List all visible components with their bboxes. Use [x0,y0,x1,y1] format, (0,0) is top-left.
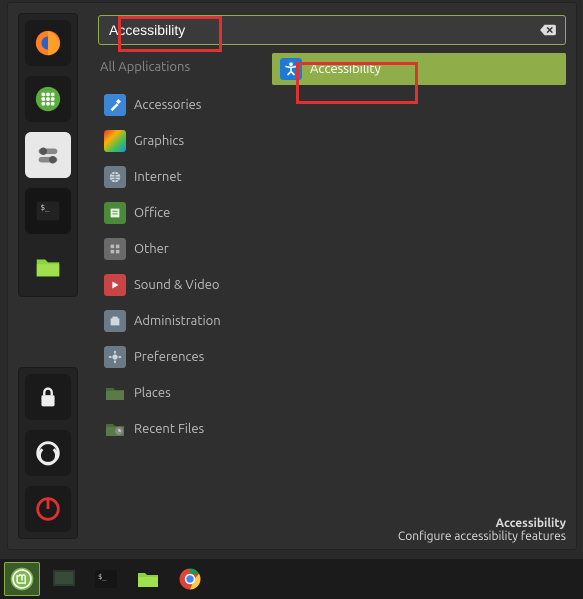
internet-icon [104,166,126,188]
category-places[interactable]: Places [98,375,268,411]
content-row: All Applications Accessories Graphics [98,53,566,541]
search-row [98,15,566,45]
terminal-icon: $_ [33,196,63,226]
category-list: All Applications Accessories Graphics [98,53,268,541]
category-graphics[interactable]: Graphics [98,123,268,159]
category-all-applications[interactable]: All Applications [98,53,268,81]
logout-icon [33,438,63,468]
recent-files-icon [104,418,126,440]
favorite-files[interactable] [25,244,71,290]
category-label: Other [134,242,169,256]
search-input[interactable] [107,18,539,42]
category-recent-files[interactable]: Recent Files [98,411,268,447]
category-label: Preferences [134,350,204,364]
favorites-rail: $_ [8,3,88,549]
apps-grid-icon [33,84,63,114]
category-label: All Applications [100,60,190,74]
clear-search-button[interactable] [539,22,557,38]
svg-text:$_: $_ [98,573,107,581]
lock-icon [33,382,63,412]
category-administration[interactable]: Administration [98,303,268,339]
toggles-icon [33,140,63,170]
mint-menu-panel: $_ [7,2,577,550]
svg-text:$_: $_ [41,203,51,212]
taskbar-mint-menu[interactable] [4,562,40,596]
chrome-icon [178,567,202,591]
taskbar-show-desktop[interactable] [46,562,82,596]
category-other[interactable]: Other [98,231,268,267]
other-icon [104,238,126,260]
category-label: Office [134,206,170,220]
firefox-icon [33,28,63,58]
category-label: Internet [134,170,182,184]
category-label: Accessories [134,98,201,112]
lock-button[interactable] [25,374,71,420]
folder-icon [136,569,160,589]
favorite-firefox[interactable] [25,20,71,66]
places-icon [104,382,126,404]
taskbar-files[interactable] [130,562,166,596]
category-office[interactable]: Office [98,195,268,231]
power-icon [33,494,63,524]
result-label: Accessibility [310,62,381,76]
app-tooltip: Accessibility Configure accessibility fe… [398,517,566,543]
folder-icon [33,252,63,282]
power-button[interactable] [25,486,71,532]
category-accessories[interactable]: Accessories [98,87,268,123]
accessibility-icon [280,58,302,80]
mint-logo-icon [9,566,35,592]
office-icon [104,202,126,224]
category-label: Graphics [134,134,184,148]
taskbar: $_ [0,559,583,599]
tooltip-title: Accessibility [398,517,566,530]
category-internet[interactable]: Internet [98,159,268,195]
category-sound-video[interactable]: Sound & Video [98,267,268,303]
favorite-terminal[interactable]: $_ [25,188,71,234]
desktop-icon [52,568,76,590]
administration-icon [104,310,126,332]
favorite-apps-grid[interactable] [25,76,71,122]
category-label: Places [134,386,171,400]
tooltip-description: Configure accessibility features [398,530,566,543]
menu-main-column: All Applications Accessories Graphics [88,3,576,549]
category-preferences[interactable]: Preferences [98,339,268,375]
favorite-settings-tweaks[interactable] [25,132,71,178]
category-label: Administration [134,314,221,328]
result-accessibility[interactable]: Accessibility [272,53,566,85]
category-label: Recent Files [134,422,204,436]
graphics-icon [104,130,126,152]
results-list: Accessibility [272,53,566,541]
system-buttons-container [18,367,78,539]
taskbar-chrome[interactable] [172,562,208,596]
terminal-icon: $_ [94,568,118,590]
accessories-icon [104,94,126,116]
favorites-container: $_ [18,13,78,297]
backspace-icon [539,23,557,37]
logout-button[interactable] [25,430,71,476]
preferences-icon [104,346,126,368]
taskbar-terminal[interactable]: $_ [88,562,124,596]
category-label: Sound & Video [134,278,220,292]
sound-video-icon [104,274,126,296]
